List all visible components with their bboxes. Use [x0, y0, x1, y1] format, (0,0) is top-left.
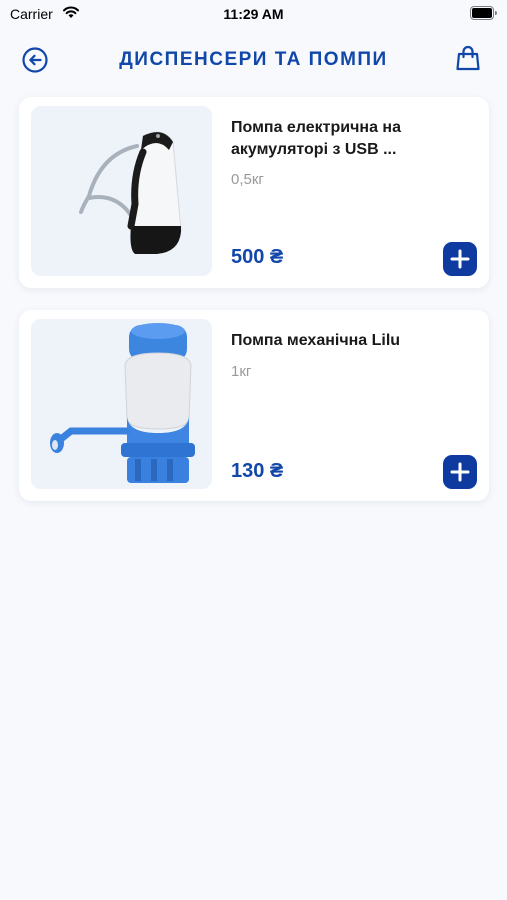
product-weight: 0,5кг: [231, 171, 264, 188]
product-card[interactable]: Помпа електрична на акумуляторі з USB ..…: [19, 97, 489, 288]
product-card[interactable]: Помпа механічна Lilu 1кг 130 ₴: [19, 310, 489, 501]
shopping-bag-icon: [456, 45, 480, 71]
status-time: 11:29 AM: [223, 6, 284, 22]
product-name[interactable]: Помпа механічна Lilu: [231, 330, 451, 352]
product-weight: 1кг: [231, 363, 252, 380]
cart-button[interactable]: [455, 44, 481, 72]
page-title: ДИСПЕНСЕРИ ТА ПОМПИ: [119, 49, 388, 70]
product-price: 130 ₴: [231, 460, 284, 482]
plus-icon: [450, 462, 470, 482]
add-to-cart-button[interactable]: [443, 242, 477, 276]
product-name[interactable]: Помпа електрична на акумуляторі з USB ..…: [231, 117, 451, 161]
battery-icon: [470, 6, 497, 20]
add-to-cart-button[interactable]: [443, 455, 477, 489]
product-price: 500 ₴: [231, 246, 284, 268]
electric-water-pump-image: [31, 106, 212, 276]
mechanical-water-pump-image: [31, 319, 212, 489]
top-navigation: ДИСПЕНСЕРИ ТА ПОМПИ: [0, 40, 507, 80]
plus-icon: [450, 249, 470, 269]
status-bar: Carrier 11:29 AM: [0, 0, 507, 30]
